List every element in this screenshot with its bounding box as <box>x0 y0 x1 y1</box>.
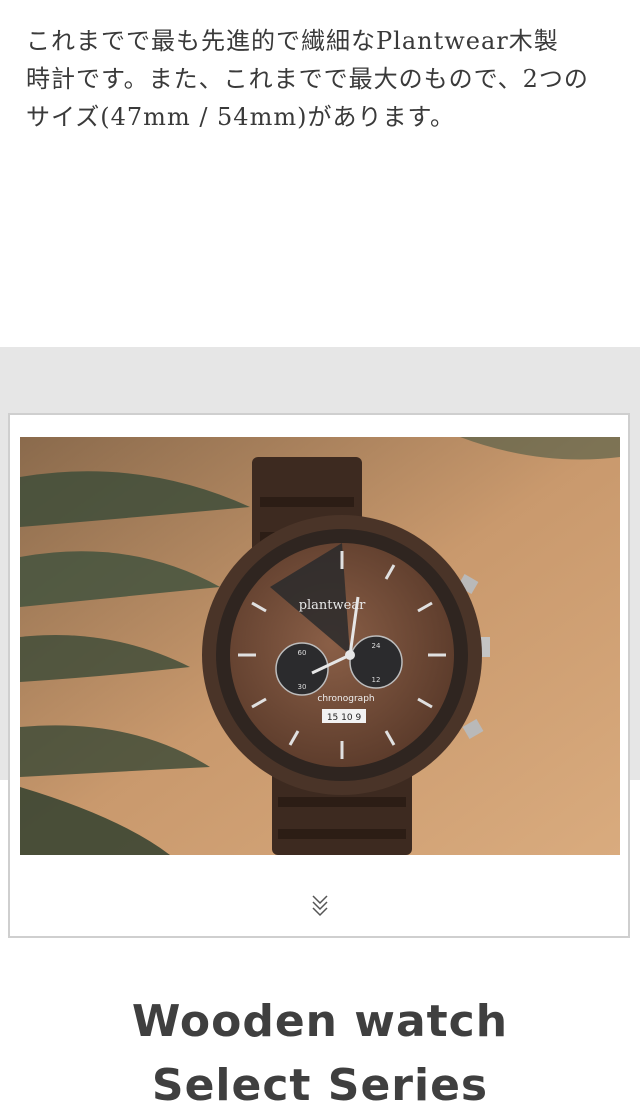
intro-line-1: これまでで最も先進的で繊細なPlantwear木製 <box>26 27 559 55</box>
subdial-number: 30 <box>298 683 307 691</box>
watch-dial-text: chronograph <box>317 694 374 704</box>
product-card[interactable]: plantwear chronograph 15 10 9 60 30 24 1… <box>8 413 630 938</box>
intro-text: これまでで最も先進的で繊細なPlantwear木製 時計です。また、これまでで最… <box>26 22 626 136</box>
watch-brand-text: plantwear <box>299 598 366 613</box>
watch-date-window: 15 10 9 <box>327 713 362 723</box>
subdial-number: 12 <box>372 676 381 684</box>
heading-line-1: Wooden watch <box>131 996 509 1047</box>
subdial-number: 60 <box>298 649 307 657</box>
heading-line-2: Select Series <box>151 1060 489 1111</box>
intro-line-2: 時計です。また、これまでで最大のもので、2つの <box>26 65 589 93</box>
wooden-watch-photo: plantwear chronograph 15 10 9 60 30 24 1… <box>20 437 620 855</box>
subdial-number: 24 <box>372 642 381 650</box>
intro-line-3: サイズ(47mm / 54mm)があります。 <box>26 103 456 131</box>
section-heading: Wooden watch Select Series <box>0 990 640 1118</box>
double-chevron-down-icon[interactable] <box>309 891 331 917</box>
